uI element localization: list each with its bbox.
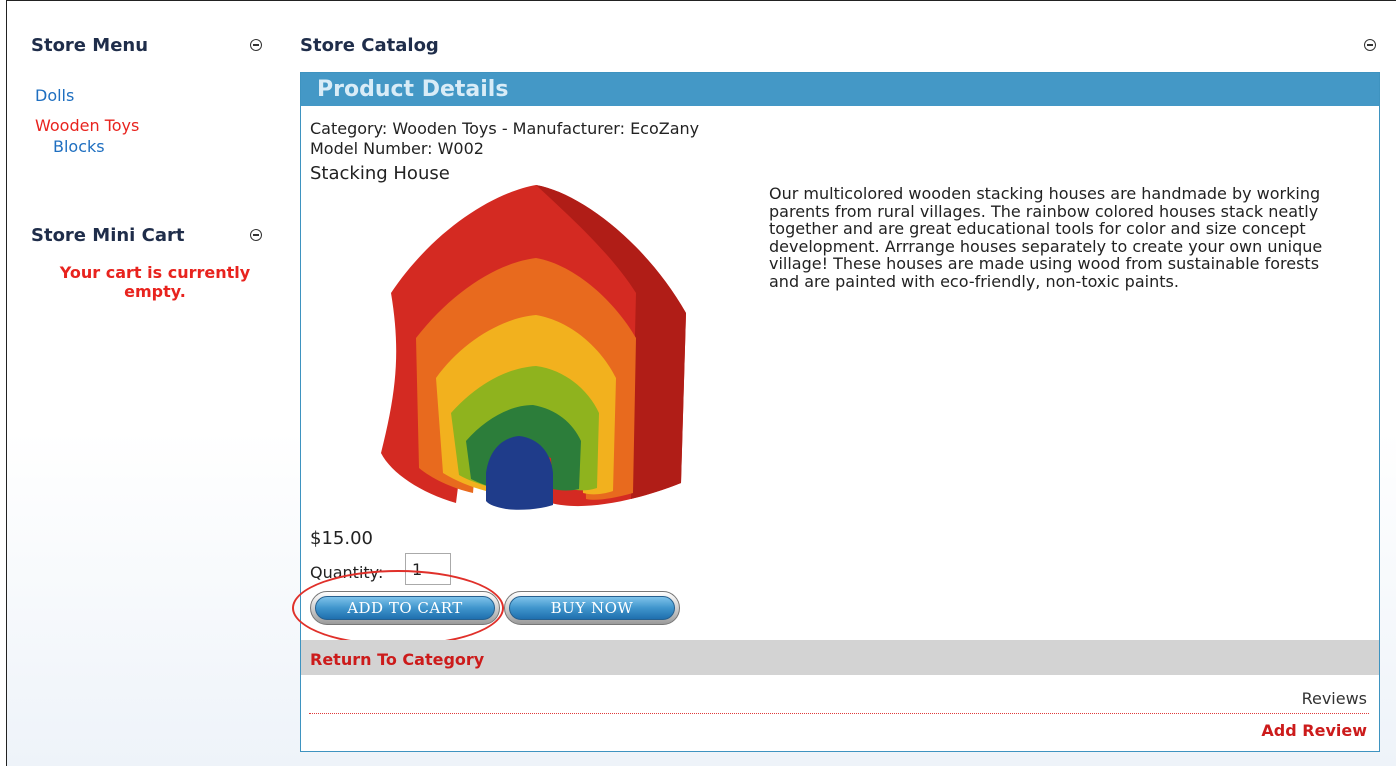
collapse-store-menu-icon[interactable]: [250, 39, 262, 51]
return-bar: Return To Category: [301, 640, 1379, 675]
reviews-divider: [309, 713, 1369, 714]
return-to-category-link[interactable]: Return To Category: [310, 650, 484, 669]
menu-item-blocks[interactable]: Blocks: [53, 137, 105, 156]
reviews-label: Reviews: [1301, 689, 1367, 708]
page-frame: Store Menu Dolls Wooden Toys Blocks Stor…: [6, 0, 1396, 766]
panel-title: Product Details: [317, 77, 509, 102]
store-menu-title: Store Menu: [31, 35, 149, 56]
collapse-catalog-icon[interactable]: [1364, 39, 1376, 51]
panel-header: Product Details: [301, 73, 1379, 106]
stacking-house-image: [381, 185, 686, 510]
store-catalog-title: Store Catalog: [300, 35, 439, 56]
menu-item-dolls[interactable]: Dolls: [35, 86, 74, 105]
buy-now-label: BUY NOW: [509, 596, 675, 620]
cart-empty-message: Your cart is currently empty.: [59, 263, 251, 301]
product-image: [361, 173, 701, 523]
collapse-mini-cart-icon[interactable]: [250, 229, 262, 241]
buy-now-button[interactable]: BUY NOW: [504, 591, 680, 625]
product-price: $15.00: [310, 528, 373, 549]
product-details-panel: Product Details Category: Wooden Toys - …: [292, 72, 1380, 752]
add-review-link[interactable]: Add Review: [1261, 721, 1367, 740]
highlight-annotation: [292, 570, 504, 646]
menu-item-wooden-toys[interactable]: Wooden Toys: [35, 116, 139, 135]
mini-cart-title: Store Mini Cart: [31, 225, 185, 246]
category-manufacturer: Category: Wooden Toys - Manufacturer: Ec…: [310, 119, 700, 138]
product-description: Our multicolored wooden stacking houses …: [769, 184, 1323, 291]
model-number: Model Number: W002: [310, 139, 484, 158]
